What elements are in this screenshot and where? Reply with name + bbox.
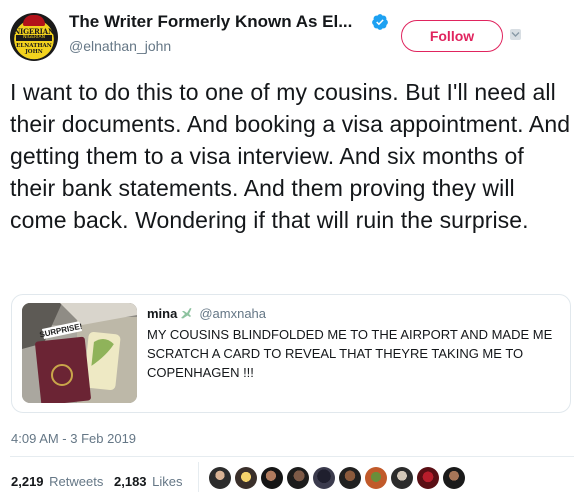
liker-avatar[interactable] [417,467,439,489]
quoted-tweet-image[interactable]: SURPRISE! [22,303,137,403]
tweet-card: NIGERIAN NIGERIAN ELNATHAN JOHN The Writ… [0,0,584,502]
likes-stat[interactable]: 2,183 Likes [114,474,183,489]
engagement-stats: 2,219 Retweets 2,183 Likes [11,474,183,489]
author-handle[interactable]: @elnathan_john [69,38,171,54]
retweets-label: Retweets [49,474,104,489]
tweet-timestamp[interactable]: 4:09 AM - 3 Feb 2019 [11,431,136,446]
verified-badge-icon [372,14,388,30]
quoted-tweet[interactable]: SURPRISE! mina @amxnaha MY COUSINS BLIND… [11,294,571,413]
avatar-band-text: NIGERIAN [16,35,52,41]
likes-count: 2,183 [114,474,147,489]
liker-avatar[interactable] [313,467,335,489]
divider [10,456,574,457]
liker-avatar[interactable] [391,467,413,489]
passport-photo: SURPRISE! [22,303,137,403]
quoted-author-name: mina [147,306,178,321]
retweets-count: 2,219 [11,474,44,489]
stats-separator [198,462,199,492]
liker-avatar[interactable] [365,467,387,489]
liker-avatar[interactable] [287,467,309,489]
more-options-button[interactable] [510,29,521,40]
caret-down-icon [511,32,520,37]
quoted-tweet-text: MY COUSINS BLINDFOLDED ME TO THE AIRPORT… [147,327,553,380]
author-display-name[interactable]: The Writer Formerly Known As El... [69,12,352,32]
tweet-text: I want to do this to one of my cousins. … [10,79,571,233]
quoted-tweet-author[interactable]: mina @amxnaha [147,306,266,321]
retweets-stat[interactable]: 2,219 Retweets [11,474,103,489]
avatar-bottom-text: ELNATHAN JOHN [16,43,52,55]
liker-avatar[interactable] [235,467,257,489]
liker-avatar[interactable] [261,467,283,489]
avatar-hat [23,15,45,26]
airplane-emoji-icon [181,308,192,319]
follow-button[interactable]: Follow [401,20,503,52]
author-avatar[interactable]: NIGERIAN NIGERIAN ELNATHAN JOHN [10,13,58,61]
liker-avatar[interactable] [339,467,361,489]
likes-label: Likes [152,474,183,489]
quoted-author-handle: @amxnaha [199,306,267,321]
liker-avatar[interactable] [209,467,231,489]
liker-avatar[interactable] [443,467,465,489]
